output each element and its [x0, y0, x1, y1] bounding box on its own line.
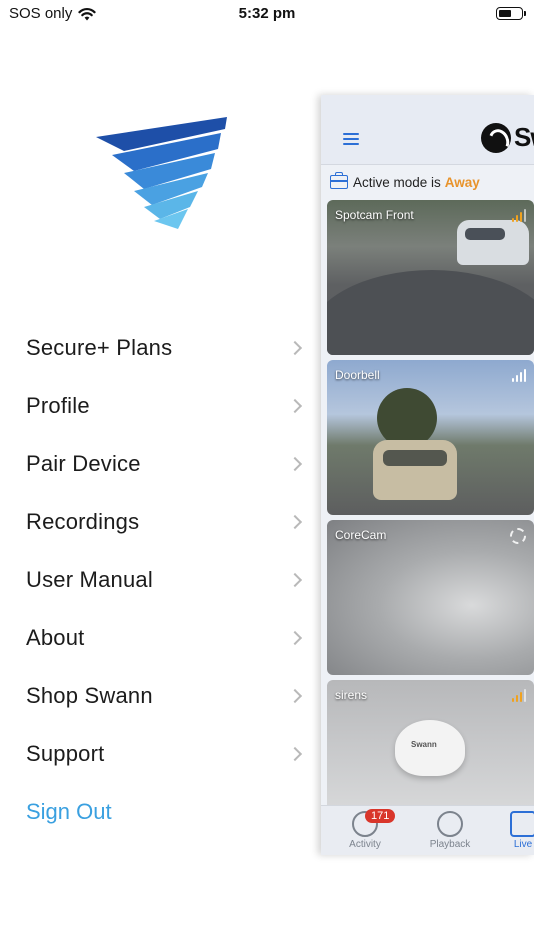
menu-item-label: Profile: [26, 393, 90, 418]
menu-item-label: About: [26, 625, 85, 650]
menu-item-support[interactable]: Support: [26, 725, 308, 783]
menu-item-pair-device[interactable]: Pair Device: [26, 435, 308, 493]
swann-logo-icon: [96, 117, 227, 229]
chevron-right-icon: [287, 572, 303, 588]
menu-item-recordings[interactable]: Recordings: [26, 493, 308, 551]
live-icon: [510, 811, 534, 837]
signal-strength-icon: [511, 368, 526, 382]
tab-activity[interactable]: Activity 171: [335, 809, 396, 850]
camera-name: CoreCam: [335, 528, 387, 542]
tab-live[interactable]: Live: [493, 811, 534, 850]
app-header: Sw: [321, 95, 534, 165]
menu-item-label: Secure+ Plans: [26, 335, 173, 360]
menu-item-user-manual[interactable]: User Manual: [26, 551, 308, 609]
status-bar: SOS only 5:32 pm: [0, 0, 534, 30]
menu-item-label: Recordings: [26, 509, 140, 534]
camera-tile-doorbell[interactable]: Doorbell: [327, 360, 534, 515]
tab-playback[interactable]: Playback: [420, 811, 480, 850]
chevron-right-icon: [287, 340, 303, 356]
camera-name: sirens: [335, 688, 368, 702]
menu-item-secure-plans[interactable]: Secure+ Plans: [26, 319, 308, 377]
battery-icon: [496, 7, 526, 20]
siren-device-image: Swann: [395, 720, 465, 776]
camera-tile-sirens[interactable]: sirens Swann: [327, 680, 534, 810]
loading-spinner-icon: [510, 528, 526, 544]
siren-brand-label: Swann: [411, 740, 437, 749]
side-menu: Secure+ Plans Profile Pair Device Record…: [26, 319, 308, 841]
menu-item-label: Pair Device: [26, 451, 141, 476]
chevron-right-icon: [287, 514, 303, 530]
swann-mark-icon: [481, 122, 511, 153]
main-screen-preview[interactable]: Sw Active mode is Away Spotcam Front Doo…: [321, 95, 534, 855]
chevron-right-icon: [287, 398, 303, 414]
bottom-tab-bar: Activity 171 Playback Live: [321, 805, 534, 855]
camera-tile-corecam[interactable]: CoreCam: [327, 520, 534, 675]
active-mode-bar[interactable]: Active mode is Away: [321, 165, 534, 199]
mode-prefix: Active mode is: [353, 174, 441, 190]
camera-tile-spotcam-front[interactable]: Spotcam Front: [327, 200, 534, 355]
menu-item-about[interactable]: About: [26, 609, 308, 667]
camera-name: Spotcam Front: [335, 208, 414, 222]
chevron-right-icon: [287, 456, 303, 472]
signal-strength-icon: [511, 688, 526, 702]
clock: 5:32 pm: [238, 5, 296, 22]
notification-badge: 171: [365, 809, 396, 823]
briefcase-icon: [330, 172, 348, 189]
signal-strength-icon: [511, 208, 526, 222]
menu-item-label: User Manual: [26, 567, 153, 592]
brand-text: Sw: [514, 122, 534, 152]
mode-value: Away: [444, 174, 480, 190]
clock-icon: [437, 811, 463, 837]
chevron-right-icon: [287, 630, 303, 646]
menu-item-label: Shop Swann: [26, 683, 153, 708]
tab-label: Live: [513, 839, 533, 850]
menu-item-shop-swann[interactable]: Shop Swann: [26, 667, 308, 725]
menu-item-label: Support: [26, 741, 105, 766]
camera-name: Doorbell: [335, 368, 380, 382]
tab-label: Playback: [429, 839, 471, 850]
menu-item-profile[interactable]: Profile: [26, 377, 308, 435]
hamburger-menu-icon[interactable]: [343, 133, 359, 145]
tab-label: Activity: [349, 839, 381, 850]
sign-out-link[interactable]: Sign Out: [26, 783, 308, 841]
chevron-right-icon: [287, 688, 303, 704]
brand-logo: Sw: [481, 122, 534, 153]
chevron-right-icon: [287, 746, 303, 762]
